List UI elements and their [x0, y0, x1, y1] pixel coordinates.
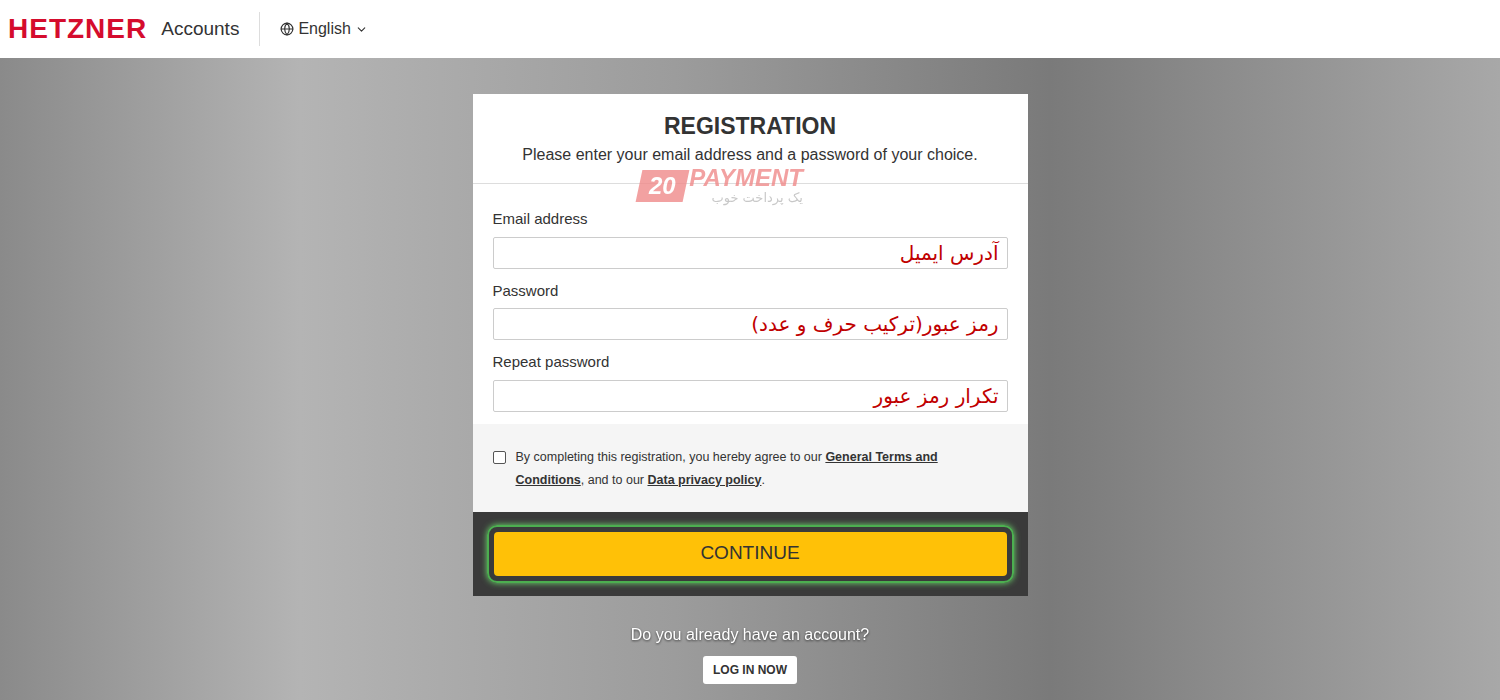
watermark-brand: PAYMENT [689, 166, 803, 190]
card-title: REGISTRATION [664, 112, 836, 141]
globe-icon [280, 22, 294, 36]
chevron-down-icon [355, 23, 368, 36]
background: REGISTRATIONPlease enter your email addr… [0, 58, 1500, 700]
terms-checkbox[interactable] [493, 451, 506, 464]
watermark-tagline: یک پرداخت خوب [689, 190, 803, 206]
terms-section: By completing this registration, you her… [473, 424, 1028, 512]
page: HETZNER Accounts English REGISTRATIONPlease… [0, 0, 1500, 700]
terms-link[interactable]: Data privacy policy [647, 473, 761, 487]
form-field: Password رمز عبور(ترکیب حرف و عدد) [493, 280, 1008, 341]
form-field: Email address آدرس ایمیل [493, 208, 1008, 269]
text-input[interactable]: تکرار رمز عبور [493, 380, 1008, 412]
button-bar: CONTINUE [473, 512, 1028, 596]
input-annotation: آدرس ایمیل [900, 239, 999, 267]
divider [259, 12, 260, 46]
login-button[interactable]: LOG IN NOW [703, 656, 797, 684]
login-prompt: Do you already have an account? [631, 623, 869, 647]
hetzner-logo[interactable]: HETZNER [8, 15, 147, 43]
input-annotation: رمز عبور(ترکیب حرف و عدد) [751, 310, 998, 338]
card-subtitle: Please enter your email address and a pa… [522, 143, 977, 167]
terms-text: By completing this registration, you her… [516, 446, 1008, 492]
text-input[interactable]: رمز عبور(ترکیب حرف و عدد) [493, 308, 1008, 340]
app-name: Accounts [161, 15, 239, 44]
highlight-ring: CONTINUE [487, 525, 1014, 583]
continue-button[interactable]: CONTINUE [494, 532, 1007, 576]
form: Email address آدرس ایمیل Password رمز عبور(… [473, 184, 1028, 424]
input-annotation: تکرار رمز عبور [874, 382, 999, 410]
text-input[interactable]: آدرس ایمیل [493, 237, 1008, 269]
top-bar: HETZNER Accounts English [0, 0, 1500, 58]
registration-card: REGISTRATIONPlease enter your email addr… [473, 94, 1028, 596]
field-label: Password [493, 280, 1008, 303]
watermark-badge: 20 [635, 170, 689, 202]
field-label: Email address [493, 208, 1008, 231]
watermark: 20PAYMENTیک پرداخت خوب [639, 166, 803, 206]
language-selector[interactable]: English [280, 17, 367, 41]
field-label: Repeat password [493, 351, 1008, 374]
form-field: Repeat password تکرار رمز عبور [493, 351, 1008, 412]
